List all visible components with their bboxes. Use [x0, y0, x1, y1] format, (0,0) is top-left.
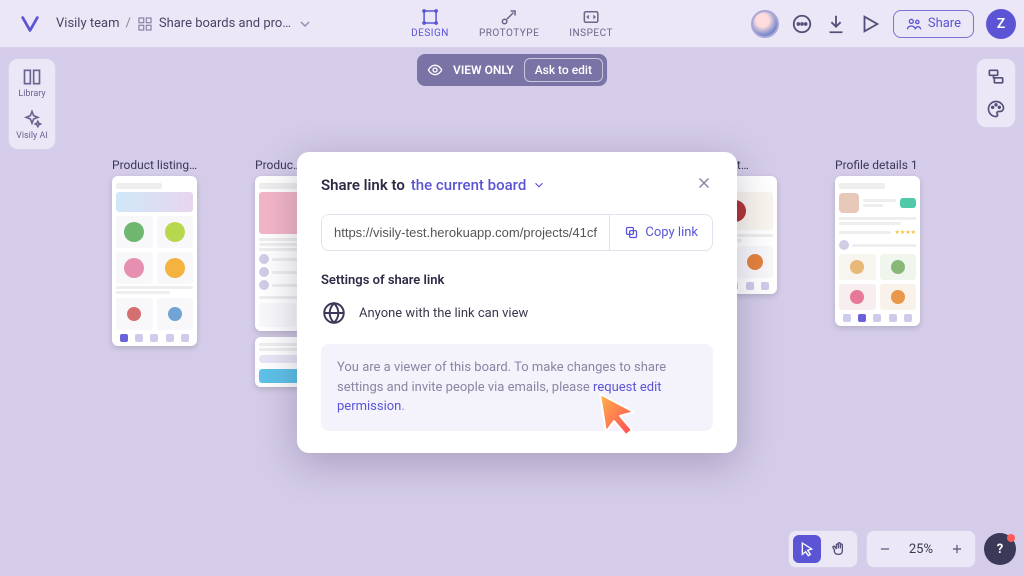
copy-link-label: Copy link: [645, 225, 698, 240]
modal-close-button[interactable]: [695, 174, 713, 196]
share-modal: Share link to the current board Copy lin…: [297, 152, 737, 453]
settings-label: Settings of share link: [321, 273, 713, 288]
permission-text: Anyone with the link can view: [359, 306, 528, 321]
notice-text-post: .: [401, 399, 404, 414]
copy-icon: [624, 225, 639, 240]
permission-row[interactable]: Anyone with the link can view: [321, 300, 713, 326]
modal-scope-dropdown[interactable]: the current board: [411, 176, 546, 194]
chevron-down-icon: [532, 178, 546, 192]
modal-overlay: Share link to the current board Copy lin…: [0, 0, 1024, 576]
modal-title: Share link to: [321, 176, 405, 194]
share-url-input[interactable]: [322, 215, 609, 250]
close-icon: [695, 174, 713, 192]
copy-link-button[interactable]: Copy link: [609, 215, 712, 250]
annotation-cursor: [594, 388, 644, 438]
modal-scope-label: the current board: [411, 176, 526, 194]
globe-icon: [321, 300, 347, 326]
share-link-row: Copy link: [321, 214, 713, 251]
viewer-notice: You are a viewer of this board. To make …: [321, 344, 713, 431]
